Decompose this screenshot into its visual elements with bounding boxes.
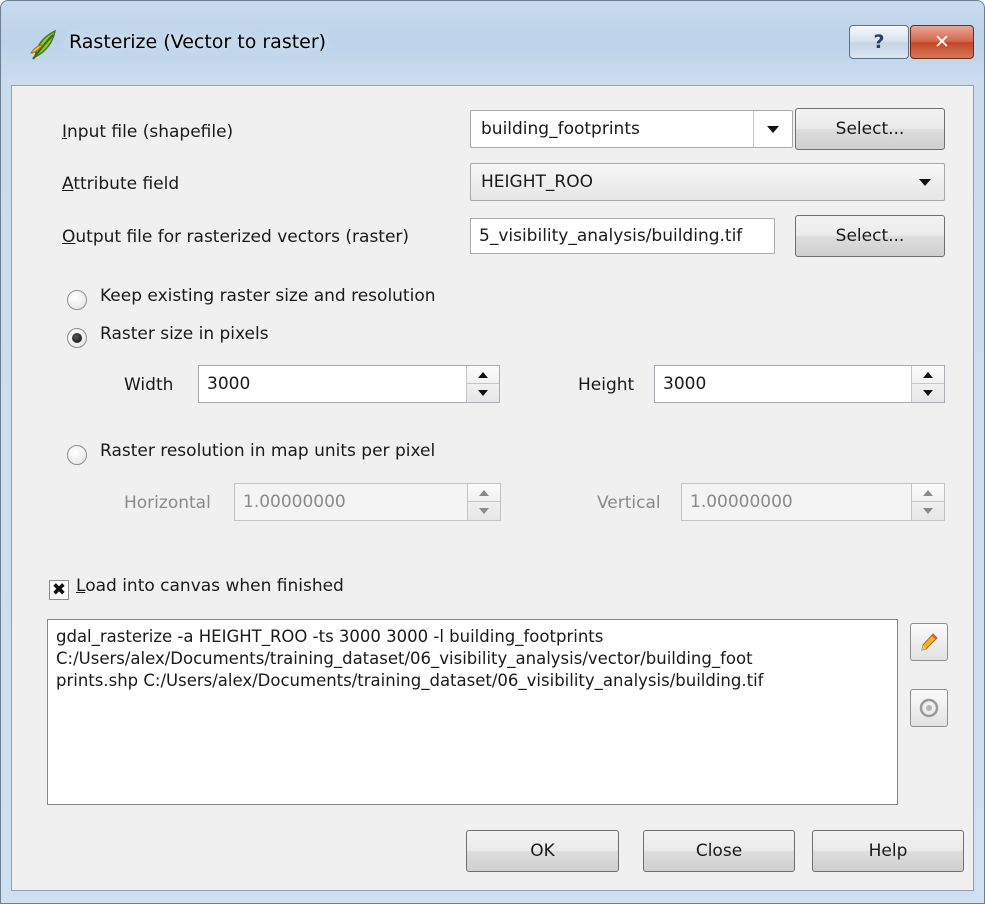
attribute-field-combo[interactable]: HEIGHT_ROO (470, 163, 945, 201)
chevron-down-icon[interactable] (753, 111, 792, 147)
horizontal-value: 1.00000000 (243, 492, 346, 512)
command-textarea[interactable]: gdal_rasterize -a HEIGHT_ROO -ts 3000 30… (47, 619, 898, 805)
dialog-client: Input file (shapefile) building_footprin… (11, 85, 974, 891)
horizontal-spinbox[interactable]: 1.00000000 (234, 483, 501, 521)
ok-button[interactable]: OK (466, 830, 619, 872)
height-spinbox[interactable]: 3000 (654, 365, 945, 403)
keep-existing-radio[interactable] (67, 290, 87, 310)
width-stepper[interactable] (466, 366, 499, 402)
vertical-stepper[interactable] (911, 484, 944, 520)
close-button[interactable]: Close (643, 830, 795, 872)
height-stepper[interactable] (911, 366, 944, 402)
width-value: 3000 (207, 374, 251, 394)
input-file-label: Input file (shapefile) (62, 122, 234, 142)
spin-up-icon[interactable] (468, 484, 500, 502)
input-file-value: building_footprints (481, 119, 640, 139)
vertical-value: 1.00000000 (690, 492, 793, 512)
input-select-button[interactable]: Select... (795, 108, 945, 150)
vertical-spinbox[interactable]: 1.00000000 (681, 483, 945, 521)
height-label: Height (578, 375, 635, 395)
size-in-pixels-radio[interactable] (67, 328, 87, 348)
spin-down-icon[interactable] (467, 384, 499, 402)
spin-up-icon[interactable] (912, 484, 944, 502)
title-help-button[interactable]: ? (849, 25, 909, 59)
window-title: Rasterize (Vector to raster) (69, 31, 327, 53)
spin-down-icon[interactable] (912, 502, 944, 520)
pencil-icon (921, 633, 938, 651)
resolution-label: Raster resolution in map units per pixel (100, 441, 436, 461)
spin-down-icon[interactable] (468, 502, 500, 520)
output-file-input[interactable]: 5_visibility_analysis/building.tif (470, 218, 775, 254)
spin-up-icon[interactable] (467, 366, 499, 384)
spin-down-icon[interactable] (912, 384, 944, 402)
reset-icon (919, 698, 939, 718)
title-close-button[interactable]: ✕ (910, 25, 974, 59)
edit-command-button[interactable] (910, 623, 948, 661)
width-spinbox[interactable]: 3000 (198, 365, 500, 403)
resolution-radio[interactable] (67, 445, 87, 465)
input-file-combo[interactable]: building_footprints (470, 110, 793, 148)
output-select-button[interactable]: Select... (795, 215, 945, 257)
attribute-field-label: Attribute field (62, 174, 180, 194)
size-in-pixels-label: Raster size in pixels (100, 324, 269, 344)
chevron-down-icon[interactable] (906, 164, 944, 200)
horizontal-stepper[interactable] (467, 484, 500, 520)
horizontal-label: Horizontal (124, 493, 211, 513)
dialog-window: Rasterize (Vector to raster) ? ✕ Input f… (0, 0, 985, 904)
load-canvas-label: Load into canvas when finished (76, 576, 344, 596)
output-file-label: Output file for rasterized vectors (rast… (62, 227, 410, 247)
attribute-field-value: HEIGHT_ROO (481, 172, 593, 192)
load-canvas-checkbox[interactable]: ✖ (49, 580, 69, 600)
vertical-label: Vertical (597, 493, 661, 513)
width-label: Width (124, 375, 174, 395)
reset-command-button[interactable] (910, 689, 948, 727)
title-bar[interactable]: Rasterize (Vector to raster) ? ✕ (1, 1, 984, 85)
help-button[interactable]: Help (812, 830, 964, 872)
height-value: 3000 (663, 374, 707, 394)
spin-up-icon[interactable] (912, 366, 944, 384)
keep-existing-label: Keep existing raster size and resolution (100, 286, 436, 306)
qgis-leaf-icon (30, 29, 57, 60)
